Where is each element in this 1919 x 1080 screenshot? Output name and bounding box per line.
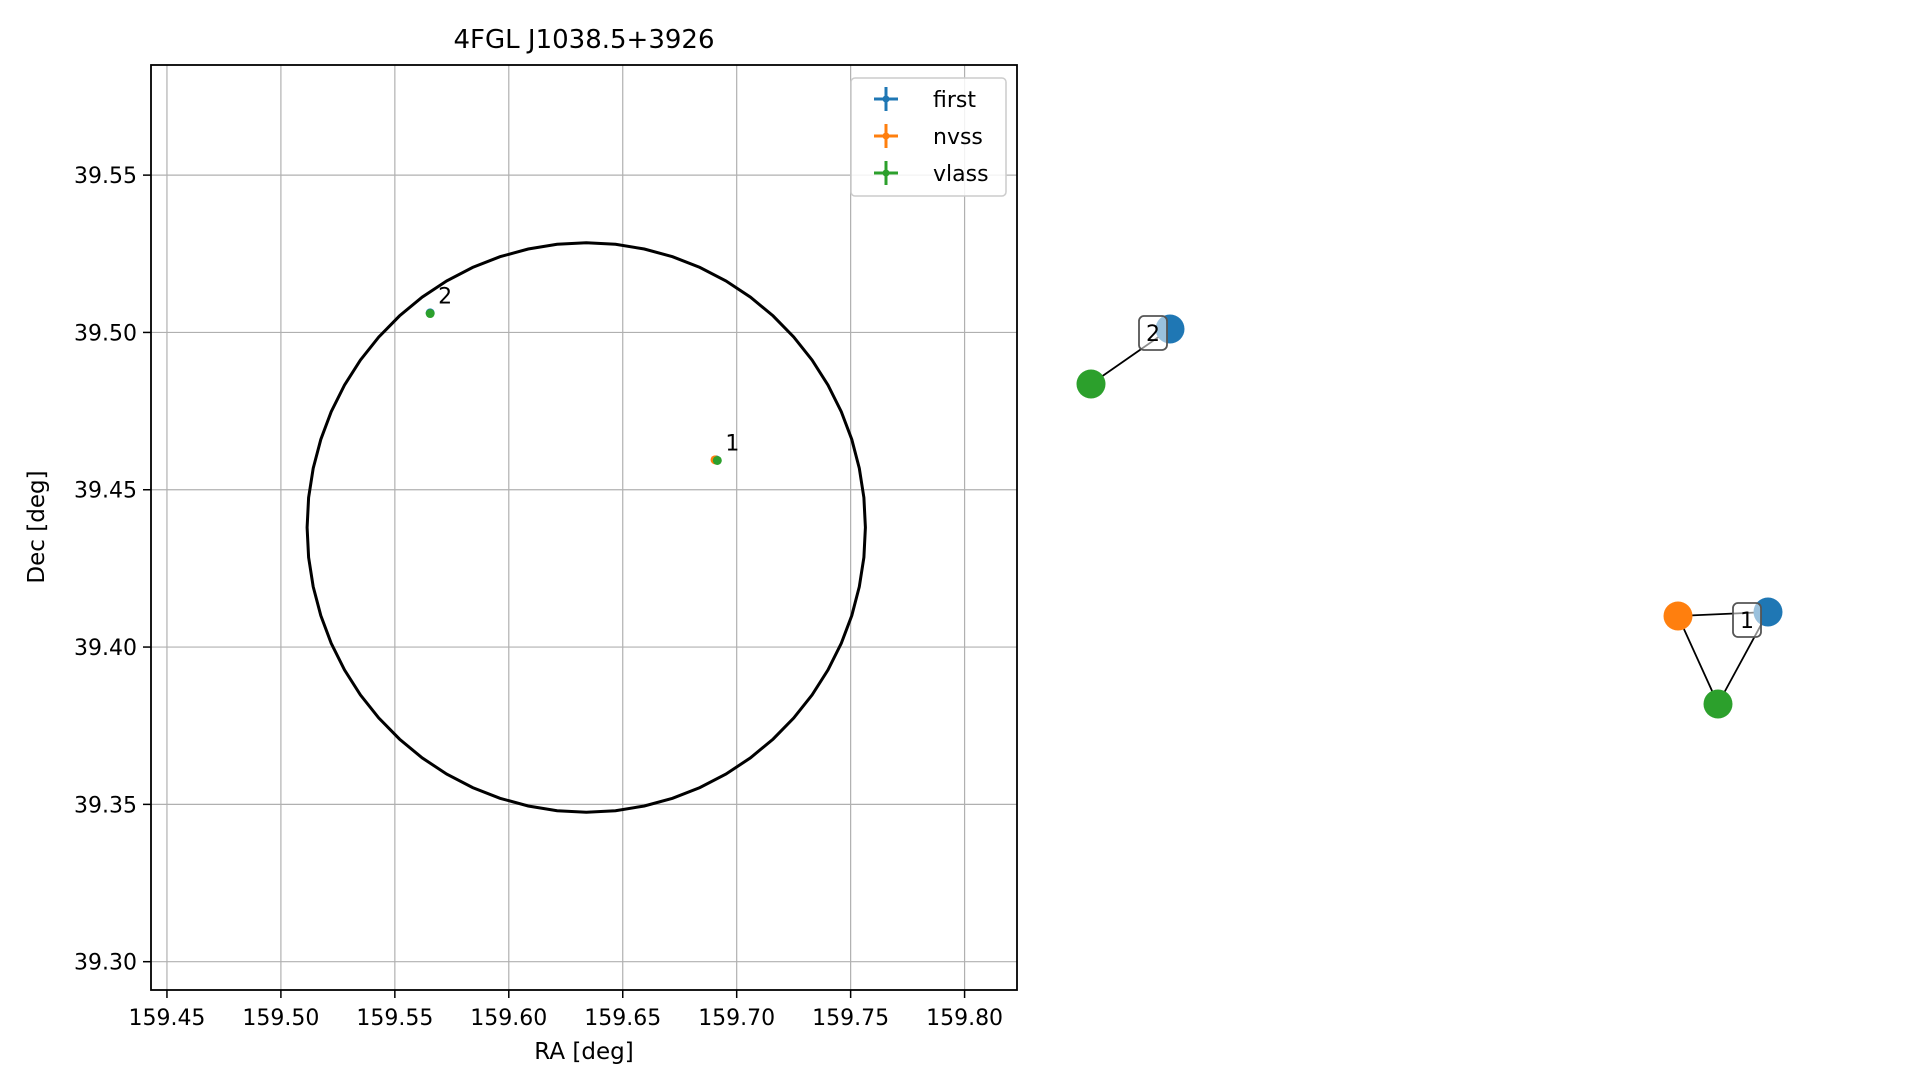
legend-marker-dot (882, 169, 890, 177)
y-tick-label: 39.40 (74, 636, 137, 661)
x-tick-label: 159.70 (698, 1006, 775, 1031)
source-point-vlass (425, 309, 435, 319)
plot-title: 4FGL J1038.5+3926 (454, 25, 715, 55)
source-label: 2 (438, 285, 452, 310)
network-node-nvss (1663, 601, 1693, 631)
source-point-vlass (712, 455, 722, 465)
network-label: 1 (1740, 609, 1754, 634)
x-tick-label: 159.65 (584, 1006, 661, 1031)
legend: first nvss vlass (850, 77, 1007, 197)
chart-canvas: 4FGL J1038.5+3926 159.45 159.50 159.55 159.… (0, 0, 1919, 1080)
x-tick-label: 159.60 (470, 1006, 547, 1031)
x-tick-label: 159.45 (128, 1006, 205, 1031)
x-axis-label: RA [deg] (534, 1039, 633, 1065)
y-tick-label: 39.45 (74, 479, 137, 504)
legend-entry-first: first (933, 88, 976, 113)
network-node-vlass (1076, 369, 1106, 399)
y-tick-label: 39.50 (74, 321, 137, 346)
y-tick-label: 39.30 (74, 951, 137, 976)
y-axis-label: Dec [deg] (24, 470, 50, 583)
y-tick-label: 39.55 (74, 164, 137, 189)
x-tick-label: 159.80 (926, 1006, 1003, 1031)
legend-marker-dot (882, 132, 890, 140)
network-node-vlass (1703, 689, 1733, 719)
source-label: 1 (725, 431, 739, 456)
legend-marker-dot (882, 95, 890, 103)
network-label: 2 (1146, 322, 1160, 347)
legend-entry-vlass: vlass (933, 162, 989, 187)
legend-entry-nvss: nvss (933, 125, 983, 150)
x-tick-label: 159.75 (812, 1006, 889, 1031)
x-tick-label: 159.50 (242, 1006, 319, 1031)
y-tick-label: 39.35 (74, 793, 137, 818)
x-tick-label: 159.55 (356, 1006, 433, 1031)
